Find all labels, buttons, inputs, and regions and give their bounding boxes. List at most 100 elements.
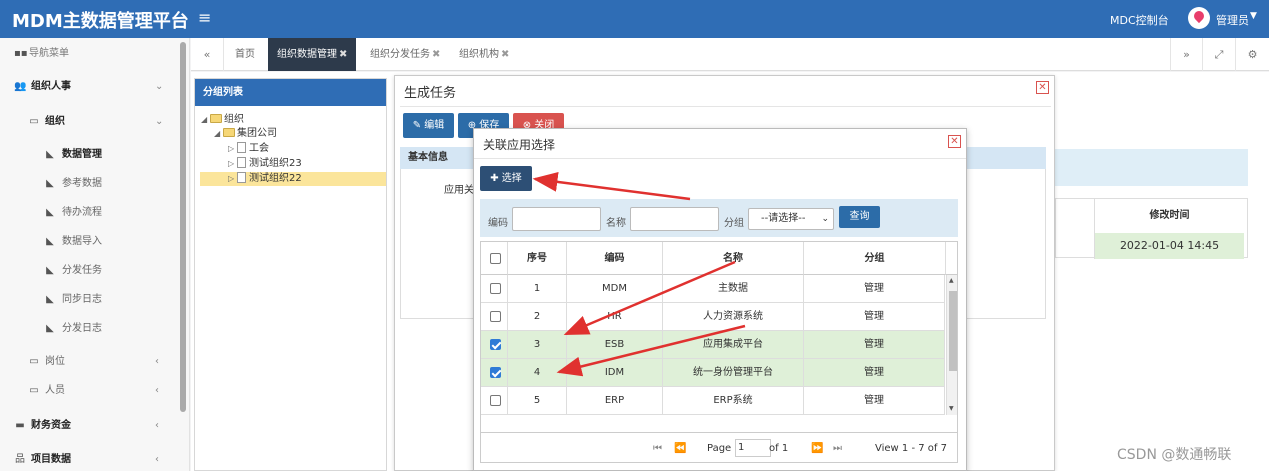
table-scrollbar[interactable]: ▲ ▼: [946, 275, 957, 415]
table-cell: HR: [567, 303, 663, 331]
group-list-panel: 分组列表 ◢ 组织 ◢ 集团公司 ▷ 工会 ▷ 测试组织23 ▷ 测试组织22: [194, 78, 387, 471]
avatar[interactable]: [1188, 7, 1210, 29]
background-table: 修改时间 2022-01-04 14:45: [1055, 198, 1248, 259]
fullscreen-icon[interactable]: ⤢: [1203, 38, 1236, 71]
table-row[interactable]: 1 MDM 主数据 管理: [481, 275, 945, 303]
scroll-down-icon[interactable]: ▼: [949, 405, 954, 412]
query-button[interactable]: 查询: [839, 206, 880, 228]
prev-page-icon[interactable]: ⏪: [674, 443, 686, 454]
row-checkbox-checked[interactable]: [490, 367, 501, 378]
sidebar-item-finance[interactable]: ▬ 财务资金 ‹: [0, 412, 178, 440]
table-cell: 管理: [804, 275, 945, 303]
user-name[interactable]: 管理员: [1216, 12, 1249, 28]
chevron-left-icon: ‹: [155, 385, 159, 396]
gear-icon[interactable]: ⚙: [1236, 38, 1269, 71]
tag-icon: ◣: [46, 178, 54, 189]
row-checkbox-checked[interactable]: [490, 339, 501, 350]
grid-icon: ▪▪: [14, 48, 28, 59]
page-input[interactable]: 1: [735, 439, 771, 457]
sidebar-item-reference-data[interactable]: ◣ 参考数据: [0, 170, 178, 198]
sidebar-scrollbar[interactable]: [180, 42, 186, 412]
column-header: 编码: [567, 242, 663, 275]
group-label: 分组: [724, 218, 744, 229]
sidebar-item-dispatch-task[interactable]: ◣ 分发任务: [0, 257, 178, 285]
table-cell: ERP: [567, 387, 663, 415]
table-row[interactable]: 5 ERP ERP系统 管理: [481, 387, 945, 415]
tab-org-structure[interactable]: 组织机构 ✖: [450, 38, 518, 71]
table-cell: 2022-01-04 14:45: [1094, 233, 1244, 259]
chevron-down-icon: ⌄: [155, 81, 164, 92]
sidebar-item-data-management[interactable]: ◣ 数据管理: [0, 141, 178, 169]
console-link[interactable]: MDC控制台: [1110, 12, 1169, 28]
code-label: 编码: [488, 218, 508, 229]
sidebar-item-data-import[interactable]: ◣ 数据导入: [0, 228, 178, 256]
next-page-icon[interactable]: ⏩: [811, 443, 823, 454]
edit-button[interactable]: ✎ 编辑: [403, 113, 454, 138]
menu-toggle-icon[interactable]: ≡: [198, 8, 211, 27]
card-icon: ▬: [15, 420, 25, 431]
last-page-icon[interactable]: ⏭: [833, 443, 842, 454]
tree-node-selected[interactable]: ▷ 测试组织22: [200, 172, 386, 186]
row-checkbox[interactable]: [490, 311, 501, 322]
tree-node[interactable]: ▷ 测试组织23: [228, 157, 302, 171]
watermark: CSDN @数通畅联: [1117, 447, 1232, 463]
expand-icon[interactable]: ◢: [214, 127, 223, 141]
file-icon: [237, 172, 246, 183]
name-input[interactable]: [630, 207, 719, 231]
tab-org-dispatch-task[interactable]: 组织分发任务 ✖: [361, 38, 449, 71]
table-cell: 管理: [804, 303, 945, 331]
tree-node[interactable]: ◢ 集团公司: [214, 127, 277, 141]
table-row-selected[interactable]: 4 IDM 统一身份管理平台 管理: [481, 359, 945, 387]
code-input[interactable]: [512, 207, 601, 231]
select-button[interactable]: ✚ 选择: [480, 166, 532, 191]
divider: [474, 158, 966, 159]
sidebar-item-org[interactable]: ▭ 组织 ⌄: [0, 108, 178, 136]
edit-icon: ✎: [412, 120, 425, 131]
sidebar-item-sync-log[interactable]: ◣ 同步日志: [0, 286, 178, 314]
table-cell: 3: [508, 331, 567, 359]
row-checkbox[interactable]: [490, 395, 501, 406]
group-select[interactable]: --请选择-- ⌄: [748, 208, 834, 230]
row-checkbox-cell: [481, 331, 508, 359]
chevron-left-icon: ‹: [155, 454, 159, 465]
table-row-selected[interactable]: 3 ESB 应用集成平台 管理: [481, 331, 945, 359]
sidebar-item-dispatch-log[interactable]: ◣ 分发日志: [0, 315, 178, 343]
tree-node[interactable]: ▷ 工会: [228, 142, 269, 156]
tree-node[interactable]: ◢ 组织: [201, 113, 244, 127]
column-header: 分组: [804, 242, 946, 275]
sidebar-item-pending-flow[interactable]: ◣ 待办流程: [0, 199, 178, 227]
table-cell: 5: [508, 387, 567, 415]
folder-icon: [223, 128, 235, 137]
collapse-icon[interactable]: ▷: [228, 157, 237, 171]
collapse-icon[interactable]: ▷: [228, 172, 237, 186]
select-all-checkbox[interactable]: [490, 253, 501, 264]
tab-org-data-management[interactable]: 组织数据管理 ✖: [268, 38, 357, 71]
row-checkbox-cell: [481, 387, 508, 415]
scrollbar-thumb[interactable]: [949, 291, 957, 371]
tab-home[interactable]: 首页: [226, 38, 264, 71]
chevron-left-icon: ‹: [155, 356, 159, 367]
table-cell: ERP系统: [663, 387, 804, 415]
close-icon[interactable]: ✖: [432, 49, 440, 60]
close-icon[interactable]: ✖: [501, 49, 509, 60]
scroll-up-icon[interactable]: ▲: [949, 277, 954, 284]
row-checkbox[interactable]: [490, 283, 501, 294]
close-icon[interactable]: ✖: [339, 49, 347, 60]
collapse-icon[interactable]: ▷: [228, 142, 237, 156]
sidebar-item-person[interactable]: ▭ 人员 ‹: [0, 377, 178, 405]
close-icon[interactable]: ✕: [1036, 81, 1049, 94]
divider: [400, 106, 1051, 107]
close-icon[interactable]: ✕: [948, 135, 961, 148]
chevron-down-icon[interactable]: ▼: [1250, 11, 1257, 21]
tabs-next-icon[interactable]: »: [1170, 38, 1203, 71]
first-page-icon[interactable]: ⏮: [653, 443, 662, 454]
sidebar-item-org-hr[interactable]: 👥 组织人事 ⌄: [0, 73, 178, 101]
sidebar-item-position[interactable]: ▭ 岗位 ‹: [0, 348, 178, 376]
background-section-bar: [1055, 149, 1248, 186]
table-row[interactable]: 2 HR 人力资源系统 管理: [481, 303, 945, 331]
sidebar-item-project[interactable]: 品 项目数据 ‹: [0, 446, 178, 471]
sidebar-nav-title: ▪▪ 导航菜单: [0, 40, 178, 68]
row-checkbox-cell: [481, 275, 508, 303]
expand-icon[interactable]: ◢: [201, 113, 210, 127]
tabs-prev-icon[interactable]: «: [191, 38, 224, 71]
